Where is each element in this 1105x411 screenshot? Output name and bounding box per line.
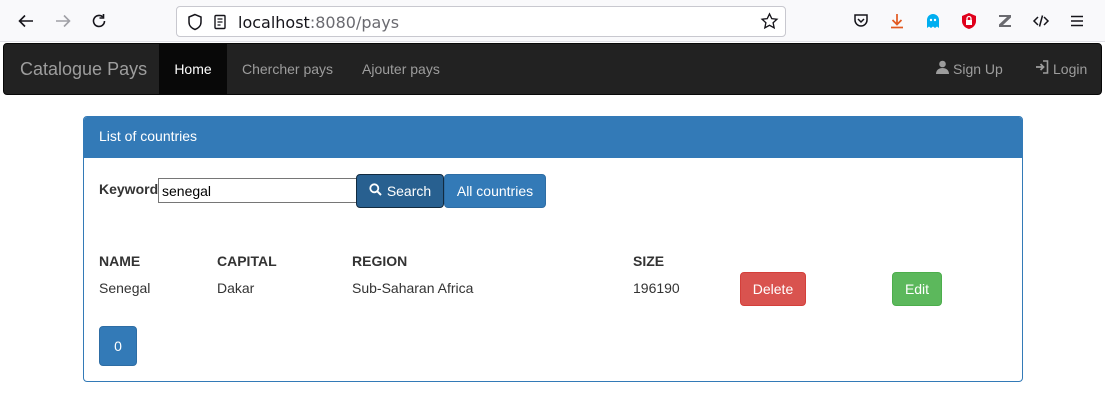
- nav-item-ajouter-pays[interactable]: Ajouter pays: [362, 44, 440, 94]
- shield-icon[interactable]: [187, 13, 203, 34]
- column-header-region: REGION: [352, 253, 408, 269]
- ublock-icon[interactable]: [958, 10, 980, 32]
- browser-toolbar: localhost:8080/pays: [0, 0, 1105, 42]
- column-header-capital: CAPITAL: [217, 253, 277, 269]
- url-bar[interactable]: localhost:8080/pays: [176, 6, 786, 37]
- cell-size: 196190: [633, 280, 680, 296]
- forward-icon[interactable]: [51, 9, 75, 33]
- sign-up-link[interactable]: Sign Up: [936, 44, 1003, 94]
- url-host: localhost: [238, 13, 310, 32]
- sign-up-label: Sign Up: [953, 61, 1003, 77]
- countries-panel: List of countries Keyword Search All cou…: [83, 116, 1023, 382]
- url-path: :8080/pays: [309, 13, 400, 32]
- top-navbar: Catalogue Pays Home Chercher pays Ajoute…: [3, 43, 1102, 95]
- login-icon: [1035, 44, 1049, 94]
- keyword-label: Keyword: [99, 181, 159, 197]
- column-header-name: NAME: [99, 253, 141, 269]
- brand-link[interactable]: Catalogue Pays: [20, 59, 147, 80]
- pocket-icon[interactable]: [850, 10, 872, 32]
- cell-name: Senegal: [99, 280, 151, 296]
- search-button[interactable]: Search: [356, 174, 444, 208]
- panel-heading: List of countries: [84, 117, 1022, 158]
- search-button-label: Search: [386, 183, 432, 199]
- pagination-page-0[interactable]: 0: [99, 326, 137, 366]
- ghostery-icon[interactable]: [922, 10, 944, 32]
- keyword-input[interactable]: [158, 178, 358, 203]
- cell-region: Sub-Saharan Africa: [352, 280, 474, 296]
- column-header-size: SIZE: [633, 253, 665, 269]
- all-countries-button[interactable]: All countries: [444, 174, 546, 208]
- bookmark-star-icon[interactable]: [760, 12, 779, 34]
- delete-button[interactable]: Delete: [740, 272, 806, 306]
- download-icon[interactable]: [886, 10, 908, 32]
- devtools-icon[interactable]: [1030, 10, 1052, 32]
- reload-icon[interactable]: [87, 9, 111, 33]
- menu-icon[interactable]: [1066, 10, 1088, 32]
- nav-item-chercher-pays[interactable]: Chercher pays: [242, 44, 333, 94]
- user-icon: [936, 44, 949, 94]
- back-icon[interactable]: [14, 9, 38, 33]
- cell-capital: Dakar: [217, 280, 255, 296]
- search-icon: [369, 183, 382, 199]
- login-link[interactable]: Login: [1035, 44, 1087, 94]
- nav-item-home[interactable]: Home: [159, 44, 227, 94]
- edit-button[interactable]: Edit: [892, 272, 942, 306]
- page-info-icon[interactable]: [212, 14, 228, 33]
- login-label: Login: [1053, 61, 1088, 77]
- zotero-icon[interactable]: [994, 10, 1016, 32]
- url-text[interactable]: localhost:8080/pays: [238, 13, 399, 32]
